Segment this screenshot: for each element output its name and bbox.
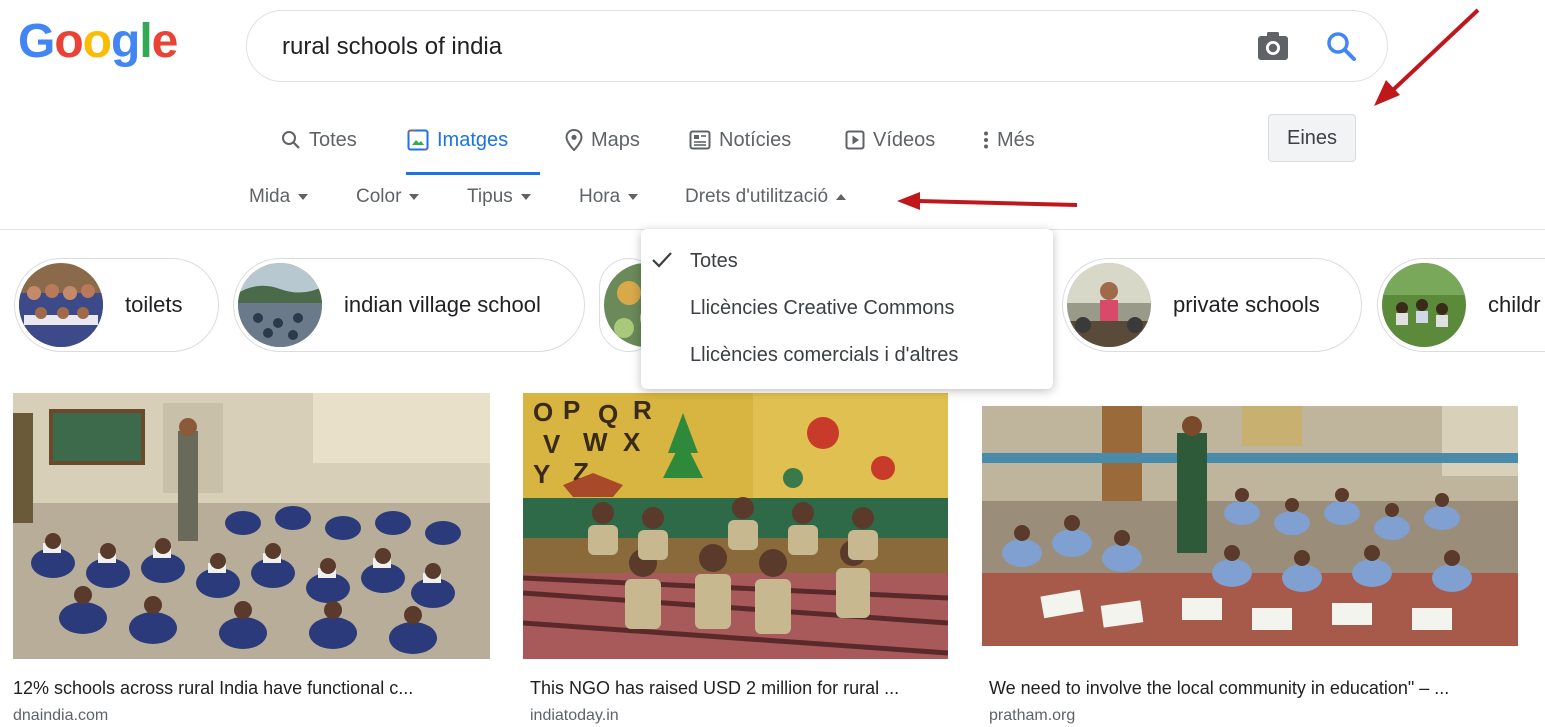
svg-text:R: R — [633, 395, 652, 425]
chip-toilets[interactable]: toilets — [14, 258, 219, 352]
menu-item-label: Llicències comercials i d'altres — [690, 343, 959, 366]
result-image[interactable]: OPQR VWXYZ — [523, 393, 948, 659]
tab-label: Imatges — [437, 128, 509, 151]
tab-label: Notícies — [719, 128, 792, 151]
chip-label: private schools — [1173, 292, 1320, 317]
filter-size[interactable]: Mida — [249, 186, 309, 208]
annotation-arrow — [1391, 8, 1480, 92]
logo-letter: g — [111, 15, 140, 68]
news-icon — [689, 130, 711, 150]
filter-label: Hora — [579, 186, 621, 207]
tab-videos[interactable]: Vídeos — [845, 126, 935, 154]
google-logo[interactable]: Google — [18, 14, 179, 69]
search-input[interactable] — [280, 25, 1184, 69]
filter-color[interactable]: Color — [356, 186, 420, 208]
result-title[interactable]: 12% schools across rural India have func… — [13, 678, 413, 699]
logo-letter: o — [82, 15, 112, 68]
svg-text:Y: Y — [533, 459, 550, 489]
logo-letter: G — [18, 15, 55, 68]
menu-item-creative-commons[interactable]: Llicències Creative Commons — [641, 286, 1053, 330]
map-pin-icon — [565, 129, 583, 151]
play-icon — [845, 130, 865, 150]
annotation-arrowhead — [897, 192, 920, 210]
tab-label: Vídeos — [873, 128, 936, 151]
menu-item-all[interactable]: Totes — [641, 239, 1053, 283]
chip-label: toilets — [125, 292, 183, 317]
tab-label: Més — [997, 128, 1035, 151]
chip-label: childr — [1488, 292, 1541, 317]
filter-usage-rights[interactable]: Drets d'utilització — [685, 186, 847, 208]
svg-text:X: X — [623, 427, 641, 457]
filter-label: Drets d'utilització — [685, 186, 829, 207]
tab-news[interactable]: Notícies — [689, 126, 791, 154]
caret-down-icon — [520, 194, 531, 200]
image-icon — [407, 129, 429, 151]
svg-text:Q: Q — [598, 399, 618, 429]
filter-label: Mida — [249, 186, 291, 207]
caret-down-icon — [298, 194, 309, 200]
annotation-arrow — [917, 199, 1078, 207]
logo-letter: o — [54, 15, 83, 68]
search-box — [246, 10, 1388, 82]
tools-button[interactable]: Eines — [1268, 114, 1356, 162]
logo-letter: e — [151, 15, 179, 68]
tab-label: Maps — [591, 128, 640, 151]
chip-children[interactable]: childr — [1377, 258, 1545, 352]
filter-label: Tipus — [467, 186, 513, 207]
tab-images[interactable]: Imatges — [407, 126, 508, 154]
svg-text:W: W — [583, 427, 608, 457]
result-source: dnaindia.com — [13, 707, 109, 724]
result-source: pratham.org — [989, 707, 1076, 724]
filter-type[interactable]: Tipus — [467, 186, 531, 208]
caret-down-icon — [628, 194, 639, 200]
result-image[interactable] — [982, 393, 1518, 659]
result-title[interactable]: This NGO has raised USD 2 million for ru… — [530, 678, 899, 699]
tab-more[interactable]: Més — [983, 126, 1035, 154]
chip-thumbnail — [1382, 263, 1466, 347]
annotation-arrowhead — [1374, 80, 1400, 106]
svg-text:P: P — [563, 395, 580, 425]
search-icon[interactable] — [1324, 29, 1358, 63]
usage-rights-menu: Totes Llicències Creative Commons Llicèn… — [641, 229, 1053, 389]
tab-maps[interactable]: Maps — [565, 126, 640, 154]
filter-label: Color — [356, 186, 402, 207]
menu-item-label: Llicències Creative Commons — [690, 296, 955, 319]
tab-label: Totes — [309, 128, 357, 151]
caret-down-icon — [409, 194, 420, 200]
result-image[interactable] — [13, 393, 490, 659]
menu-item-label: Totes — [690, 249, 738, 272]
check-icon — [652, 252, 672, 268]
tab-all[interactable]: Totes — [281, 126, 357, 154]
filter-time[interactable]: Hora — [579, 186, 639, 208]
result-source: indiatoday.in — [530, 707, 619, 724]
more-vert-icon — [984, 131, 988, 149]
active-tab-indicator — [406, 172, 540, 175]
chip-private-schools[interactable]: private schools — [1062, 258, 1362, 352]
camera-icon[interactable] — [1257, 31, 1289, 61]
result-title[interactable]: We need to involve the local community i… — [989, 678, 1449, 699]
logo-letter: l — [139, 15, 152, 68]
svg-text:V: V — [543, 429, 561, 459]
caret-up-icon — [836, 194, 847, 200]
chip-thumbnail — [19, 263, 103, 347]
svg-text:O: O — [533, 397, 553, 427]
chip-thumbnail — [238, 263, 322, 347]
menu-item-commercial[interactable]: Llicències comercials i d'altres — [641, 333, 1053, 377]
chip-label: indian village school — [344, 292, 541, 317]
chip-thumbnail — [1067, 263, 1151, 347]
chip-indian-village-school[interactable]: indian village school — [233, 258, 585, 352]
search-icon — [282, 131, 300, 149]
